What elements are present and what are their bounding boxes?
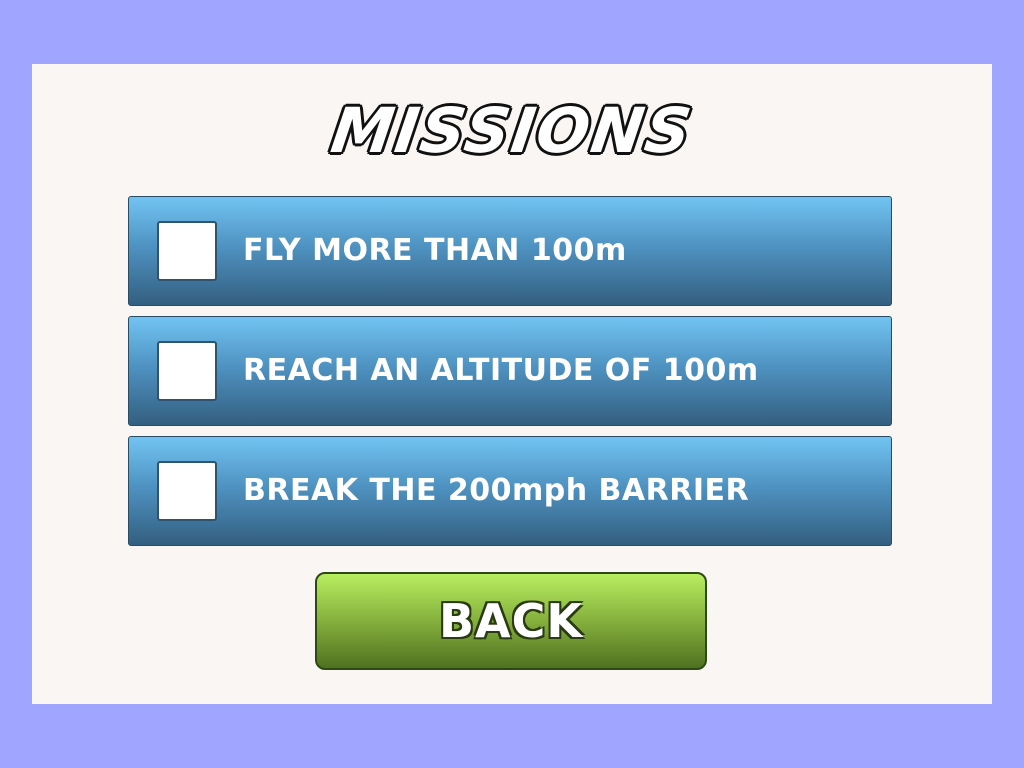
mission-label-1: FLY MORE THAN 100m: [243, 233, 627, 268]
mission-label-3: BREAK THE 200mph BARRIER: [243, 473, 750, 508]
mission-checkbox-1[interactable]: [157, 221, 217, 281]
mission-label-2: REACH AN ALTITUDE OF 100m: [243, 353, 759, 388]
back-button-label: BACK: [438, 594, 584, 648]
mission-checkbox-2[interactable]: [157, 341, 217, 401]
mission-row-3: BREAK THE 200mph BARRIER: [128, 436, 892, 546]
page-title: MISSIONS: [325, 93, 698, 169]
mission-row-2: REACH AN ALTITUDE OF 100m: [128, 316, 892, 426]
mission-checkbox-3[interactable]: [157, 461, 217, 521]
mission-row-1: FLY MORE THAN 100m: [128, 196, 892, 306]
back-button[interactable]: BACK: [315, 572, 707, 670]
